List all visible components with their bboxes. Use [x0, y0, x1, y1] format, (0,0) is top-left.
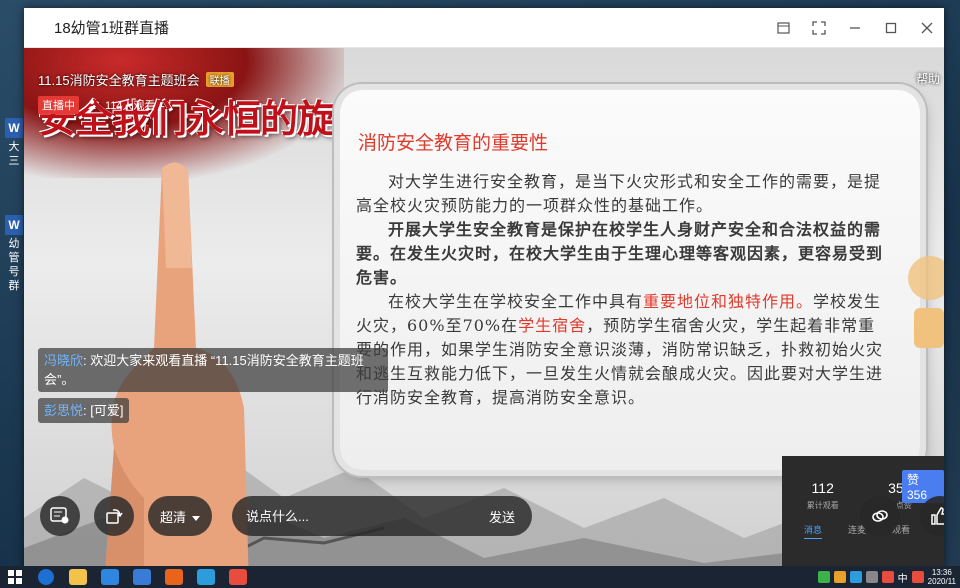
word-icon: W — [5, 215, 23, 235]
window-title: 18幼管1班群直播 — [54, 20, 170, 37]
chat-text: : [可爱] — [83, 403, 124, 418]
slide-content-panel: 消防安全教育的重要性 对大学生进行安全教育，是当下火灾形式和安全工作的需要，是提… — [340, 90, 920, 470]
share-button[interactable] — [860, 496, 900, 536]
tray-icon[interactable] — [865, 571, 878, 583]
taskbar: 中 13:36 2020/11 — [0, 566, 960, 588]
chat-text: : 欢迎大家来观看直播 “11.15消防安全教育主题班会”。 — [44, 353, 364, 387]
highlight-text: 学生宿舍 — [518, 316, 587, 335]
total-views-stat: 112 累计观看 — [807, 480, 839, 511]
link-icon — [872, 510, 888, 522]
live-tag: 联播 — [205, 72, 234, 87]
word-icon: W — [5, 118, 23, 138]
system-tray: 中 13:36 2020/11 — [817, 568, 960, 586]
comment-list-button[interactable] — [40, 496, 80, 536]
desktop-icon-word[interactable]: W 大三 — [4, 118, 24, 168]
app-icon — [229, 569, 247, 585]
live-name: 11.15消防安全教育主题班会 — [38, 73, 200, 88]
clock-time: 13:36 — [931, 568, 952, 577]
tray-icon[interactable] — [833, 571, 846, 583]
total-views-label: 累计观看 — [806, 501, 839, 510]
chat-list: 冯晓欣: 欢迎大家来观看直播 “11.15消防安全教育主题班会”。 彭思悦: [… — [38, 348, 388, 429]
live-status: 直播中 114人观看 — [38, 96, 156, 114]
taskbar-app-tencent[interactable] — [94, 566, 126, 588]
viewer-icon — [87, 99, 97, 112]
taskbar-app-browser[interactable] — [30, 566, 62, 588]
taskbar-app-explorer[interactable] — [62, 566, 94, 588]
live-stream-window: 18幼管1班群直播 安全我们永恒的旋律 消防安全教育的重要性 对大学生进行安全教… — [24, 8, 944, 588]
minimize-icon[interactable] — [844, 17, 866, 39]
slide-heading: 消防安全教育的重要性 — [358, 132, 549, 154]
app-icon — [165, 569, 183, 585]
tray-icon[interactable] — [849, 571, 862, 583]
send-button[interactable]: 发送 — [472, 507, 532, 526]
app-icon — [101, 569, 119, 585]
tray-icon[interactable] — [817, 571, 830, 583]
slide-paragraph-2: 开展大学生安全教育是保护在校学生人身财产安全和合法权益的需要。在发生火灾时，在校… — [356, 220, 884, 287]
comment-input[interactable] — [246, 508, 472, 524]
tray-icon[interactable] — [881, 571, 894, 583]
total-views-value: 112 — [811, 480, 834, 496]
maximize-icon[interactable] — [880, 17, 902, 39]
desktop-icon-label: 大三 — [8, 141, 20, 167]
live-title: 11.15消防安全教育主题班会 联播 — [38, 70, 234, 89]
windows-icon — [8, 570, 22, 584]
taskbar-clock[interactable]: 13:36 2020/11 — [928, 568, 956, 586]
taskbar-app-video[interactable] — [222, 566, 254, 588]
app-icon — [197, 569, 215, 585]
quality-select[interactable]: 超清 — [148, 496, 212, 536]
chat-message: 彭思悦: [可爱] — [38, 398, 130, 423]
popout-icon[interactable] — [772, 17, 794, 39]
close-icon[interactable] — [916, 17, 938, 39]
highlight-text: 重要地位和独特作用。 — [643, 292, 814, 311]
taskbar-app-feishu[interactable] — [126, 566, 158, 588]
comment-list-icon — [50, 507, 69, 524]
chat-message: 冯晓欣: 欢迎大家来观看直播 “11.15消防安全教育主题班会”。 — [38, 348, 388, 392]
slide-paragraph-3: 在校大学生在学校安全工作中具有重要地位和独特作用。学校发生火灾，60%至70%在… — [356, 290, 890, 410]
tab-messages[interactable]: 消息 — [804, 523, 823, 539]
ime-indicator[interactable]: 中 — [898, 570, 908, 585]
clock-date: 2020/11 — [927, 577, 956, 586]
rotate-button[interactable] — [94, 496, 134, 536]
slide-paragraph-1: 对大学生进行安全教育，是当下火灾形式和安全工作的需要，是提高全校火灾预防能力的一… — [356, 172, 882, 215]
live-badge: 直播中 — [38, 96, 79, 114]
fullscreen-icon[interactable] — [808, 17, 830, 39]
taskbar-app-wps[interactable] — [158, 566, 190, 588]
chat-username[interactable]: 彭思悦 — [44, 403, 83, 418]
taskbar-app-player[interactable] — [190, 566, 222, 588]
window-titlebar[interactable]: 18幼管1班群直播 — [24, 8, 944, 48]
thumbs-up-icon — [931, 507, 944, 525]
help-link[interactable]: 帮助 — [916, 70, 940, 87]
start-button[interactable] — [0, 566, 30, 588]
browser-icon — [38, 569, 54, 585]
folder-icon — [69, 569, 87, 585]
rotate-icon — [106, 509, 123, 524]
caret-down-icon — [192, 509, 200, 524]
app-icon — [133, 569, 151, 585]
viewer-count: 114人观看 — [105, 100, 156, 112]
thumbs-up-decoration — [908, 256, 944, 348]
desktop-icon-label: 幼管 — [8, 238, 20, 264]
desktop-icon-word-2[interactable]: W 幼管 号群 — [4, 215, 24, 293]
comment-input-bar: 发送 — [232, 496, 532, 536]
desktop-icon-label: 号群 — [8, 266, 20, 292]
quality-value: 超清 — [159, 509, 186, 525]
chat-username[interactable]: 冯晓欣 — [44, 353, 83, 368]
tray-icon[interactable] — [911, 571, 924, 583]
text-span: 在校大学生在学校安全工作中具有 — [388, 292, 644, 311]
